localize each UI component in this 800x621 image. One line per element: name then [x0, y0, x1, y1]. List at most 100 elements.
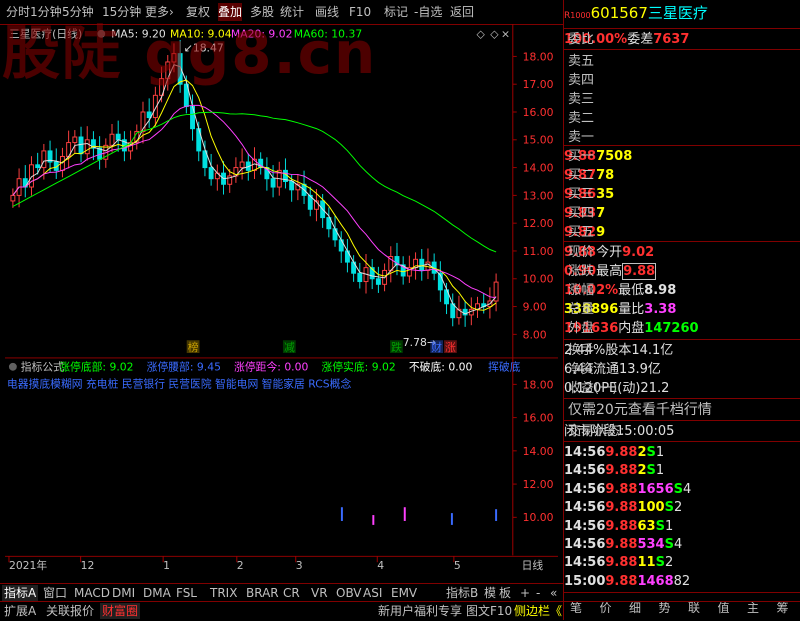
indicator-tab-right-0[interactable]: 指标B — [444, 585, 480, 601]
event-marker[interactable]: 榜 — [188, 340, 199, 354]
divider — [564, 339, 800, 340]
indicator-tab-10[interactable]: OBV — [334, 585, 364, 601]
stat2-label: 流通 — [592, 362, 619, 377]
bottom-tab-right-1[interactable]: 图文F10 — [464, 603, 514, 619]
candle-body — [41, 150, 47, 169]
indicator-tab-right-3[interactable]: + — [518, 585, 532, 601]
indicator-tab-right-4[interactable]: - — [534, 585, 542, 601]
stock-code[interactable]: 601567 — [591, 4, 648, 22]
stat2-value: 13.9亿 — [618, 362, 661, 377]
weicha-value: 7637 — [653, 32, 690, 47]
indicator-bar — [450, 513, 453, 525]
bottom-tab-0[interactable]: 扩展A — [2, 603, 38, 619]
kline-chart[interactable]: 18.0017.0016.0015.0014.0013.0012.0011.00… — [0, 24, 563, 574]
box-icon[interactable]: ◇ — [490, 28, 499, 41]
stat2-label: 股本 — [605, 343, 632, 358]
close-icon[interactable]: × — [501, 28, 510, 41]
panel-row: 14:569.88100S2 — [564, 498, 800, 517]
quote-panel: R1000601567三星医疗 委比 100.00%委差7637 卖五 卖四 卖三 卖二 卖一… — [563, 0, 800, 620]
trade-time: 14:56 — [564, 463, 606, 479]
stat-label: 涨跌 — [568, 264, 595, 279]
ytick-label: 10.00 — [523, 273, 554, 286]
panel-row: 总量 338896量比3.38 — [564, 300, 800, 319]
stat-label: 总量 — [568, 302, 595, 317]
ind-ytick-label: 12.00 — [523, 478, 554, 491]
trade-direction: S — [646, 463, 656, 479]
trade-count: 1 — [655, 445, 665, 460]
panel-row: 涨跌 0.90最高9.88 — [564, 262, 800, 281]
event-marker[interactable]: 减 — [284, 341, 295, 354]
ind-ytick-label: 16.00 — [523, 412, 554, 425]
stat-label: 内盘 — [618, 321, 645, 336]
indicator-concepts: 电器摸底模糊网 充电桩 民营银行 民营医院 智能电网 智能家居 RCS概念 — [7, 376, 351, 390]
indicator-tab-5[interactable]: FSL — [174, 585, 199, 601]
bottom-tab-right-2[interactable]: 侧边栏《 — [512, 603, 564, 619]
trade-price: 9.88 — [605, 555, 638, 571]
candle-body — [10, 194, 16, 202]
indicator-tab-7[interactable]: BRAR — [244, 585, 281, 601]
indicator-tab-2[interactable]: MACD — [72, 585, 112, 601]
toolbar-btn-12[interactable]: -自选 — [414, 3, 442, 21]
divider — [564, 441, 800, 442]
toolbar-btn-11[interactable]: 标记 — [384, 3, 408, 21]
trade-count: 82 — [673, 573, 691, 589]
panel-row: 14:569.88534S4 — [564, 535, 800, 554]
candle-body — [115, 133, 121, 141]
diamond-icon[interactable]: ◇ — [476, 28, 485, 41]
indicator-settings-icon[interactable] — [8, 362, 17, 371]
buy-level-label: 买二 — [568, 168, 595, 183]
xtick-label: 1 — [163, 559, 170, 572]
stock-name[interactable]: 三星医疗 — [648, 4, 708, 22]
trade-volume: 11 — [637, 555, 656, 571]
event-marker[interactable]: 跌 — [391, 340, 402, 354]
indicator-tab-1[interactable]: 窗口 — [41, 585, 69, 601]
ytick-label: 17.00 — [523, 78, 554, 91]
bottom-tab-1[interactable]: 关联报价 — [44, 603, 96, 619]
trade-volume: 1656 — [637, 481, 674, 497]
indicator-tab-right-2[interactable]: 板 — [497, 585, 513, 601]
trade-time: 15:00 — [564, 573, 606, 589]
indicator-tab-right-1[interactable]: 模 — [482, 585, 498, 601]
trade-time: 14:56 — [564, 500, 606, 516]
indicator-bar — [495, 509, 498, 521]
bottom-tab-right-0[interactable]: 新用户福利专享 — [376, 603, 464, 619]
weicha-label: 委差 — [627, 32, 654, 47]
indicator-tab-0[interactable]: 指标A — [2, 585, 39, 601]
indicator-value-4: 涨停实底: 9.02 — [321, 360, 395, 374]
panel-row: 收益(一) 0.120PE(动)21.2 — [564, 379, 800, 398]
indicator-tab-right-5[interactable]: « — [548, 585, 559, 601]
indicator-tab-8[interactable]: CR — [281, 585, 302, 601]
sell-level-label: 卖四 — [568, 73, 595, 88]
bottom-tab-2[interactable]: 财富圈 — [100, 603, 141, 619]
panel-row: 净资 6.44流通13.9亿 — [564, 360, 800, 379]
indicator-tab-9[interactable]: VR — [309, 585, 330, 601]
indicator-tab-11[interactable]: ASI — [361, 585, 384, 601]
event-marker[interactable]: 财 — [431, 340, 442, 354]
indicator-tab-4[interactable]: DMA — [141, 585, 173, 601]
buy-volume: 7 — [596, 206, 606, 221]
panel-row: 仅需20元查看千档行情 — [564, 401, 800, 420]
ytick-label: 15.00 — [523, 134, 554, 147]
toolbar-btn-13[interactable]: 返回 — [450, 3, 474, 21]
panel-row: 14:569.882S1 — [564, 443, 800, 462]
ytick-label: 18.00 — [523, 50, 554, 63]
buy-volume: 78 — [596, 168, 615, 183]
trade-price: 9.88 — [605, 518, 638, 534]
trade-direction: S — [655, 518, 665, 534]
candle-body — [208, 167, 214, 180]
trade-time: 14:56 — [564, 518, 606, 534]
promo-link[interactable]: 仅需20元查看千档行情 — [568, 401, 712, 420]
trade-time: 14:56 — [564, 445, 606, 460]
sell-level-label: 卖二 — [568, 111, 595, 126]
stat-label: 最低 — [618, 283, 645, 298]
indicator-value-0: 指标公式 — [21, 360, 64, 374]
indicator-tab-3[interactable]: DMI — [110, 585, 137, 601]
panel-row: 换手 2.44%股本14.1亿 — [564, 341, 800, 360]
candle-body — [270, 178, 276, 188]
panel-row: 15:009.88146882 — [564, 572, 800, 591]
indicator-tab-6[interactable]: TRIX — [208, 585, 239, 601]
event-marker[interactable]: 涨 — [445, 341, 456, 354]
indicator-tab-12[interactable]: EMV — [389, 585, 419, 601]
indicator-value-2: 涨停腰部: 9.45 — [147, 360, 221, 374]
indicator-value-5: 不破底: 0.00 — [409, 360, 473, 374]
